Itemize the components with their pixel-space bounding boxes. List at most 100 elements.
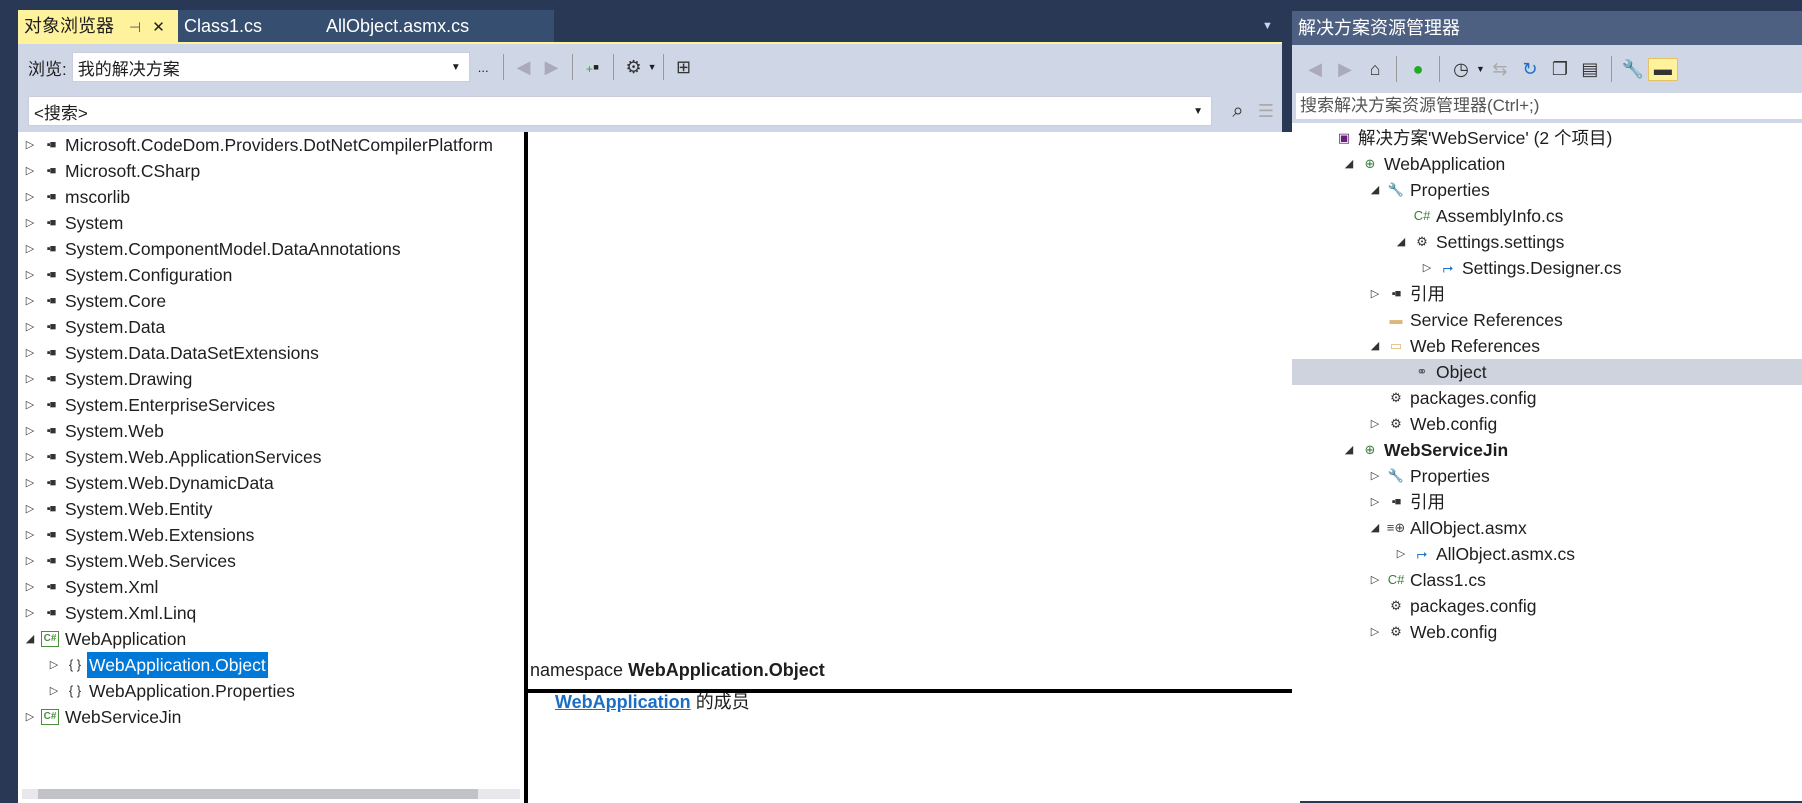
tree-item[interactable]: ▷ ▪■ System.Web.Services (18, 548, 524, 574)
collapse-arrow-icon[interactable]: ◢ (1342, 437, 1356, 463)
home-icon[interactable]: ⌂ (1360, 59, 1390, 80)
horizontal-scrollbar[interactable] (18, 762, 524, 803)
expand-arrow-icon[interactable]: ▷ (23, 600, 37, 626)
collapse-arrow-icon[interactable]: ◢ (23, 626, 37, 652)
solution-tree[interactable]: ▣ 解决方案'WebService' (2 个项目) ◢ ⊕ WebApplicatio… (1292, 123, 1802, 801)
tree-item[interactable]: ⚭ Object (1292, 359, 1802, 385)
expand-arrow-icon[interactable]: ▷ (1368, 489, 1382, 515)
object-tree[interactable]: ▷ ▪■ Microsoft.CodeDom.Providers.DotNetCom… (18, 132, 524, 762)
tree-item[interactable]: ▷ ▪■ System.Configuration (18, 262, 524, 288)
expand-arrow-icon[interactable]: ▷ (23, 444, 37, 470)
tree-item[interactable]: ▷ ▪■ System.Xml (18, 574, 524, 600)
tree-item[interactable]: ▷ ⮣ AllObject.asmx.cs (1292, 541, 1802, 567)
tree-item[interactable]: ◢ C# WebApplication (18, 626, 524, 652)
wrench-icon[interactable]: 🔧 (1618, 59, 1648, 80)
tree-item[interactable]: ▷ { } WebApplication.Properties (18, 678, 524, 704)
tree-item[interactable]: ▷ ▪■ mscorlib (18, 184, 524, 210)
browse-scope-select[interactable]: 我的解决方案 ▼ (71, 52, 470, 82)
tree-item[interactable]: ▷ ▪■ System.Web.ApplicationServices (18, 444, 524, 470)
expand-arrow-icon[interactable]: ▷ (23, 496, 37, 522)
expand-arrow-icon[interactable]: ▷ (1368, 281, 1382, 307)
webapplication-link[interactable]: WebApplication (555, 692, 691, 712)
tree-item[interactable]: ▷ ▪■ Microsoft.CodeDom.Providers.DotNetCom… (18, 132, 524, 158)
tree-item[interactable]: ◢ ▭ Web References (1292, 333, 1802, 359)
tree-item[interactable]: ⚙ packages.config (1292, 385, 1802, 411)
tree-item[interactable]: ▷ C# WebServiceJin (18, 704, 524, 730)
collapse-arrow-icon[interactable]: ◢ (1368, 177, 1382, 203)
expand-arrow-icon[interactable]: ▷ (23, 366, 37, 392)
dropdown-icon[interactable]: ▼ (1476, 64, 1485, 74)
forward-icon[interactable]: ▶ (1330, 59, 1360, 80)
tree-item[interactable]: ▷ ▪■ System.Xml.Linq (18, 600, 524, 626)
tree-item[interactable]: ▷ ▪■ System.Web (18, 418, 524, 444)
clear-search-icon[interactable]: ☰ (1252, 101, 1280, 122)
solution-search-input[interactable]: 搜索解决方案资源管理器(Ctrl+;) (1296, 93, 1802, 119)
collapse-all-icon[interactable]: ❐ (1545, 59, 1575, 80)
expand-arrow-icon[interactable]: ▷ (47, 678, 61, 704)
tree-item[interactable]: ▷ 🔧 Properties (1292, 463, 1802, 489)
tab-allobject-asmx-cs[interactable]: AllObject.asmx.cs (326, 16, 469, 36)
tree-item[interactable]: ⚙ packages.config (1292, 593, 1802, 619)
sync-with-document-icon[interactable]: ⇆ (1485, 59, 1515, 80)
expand-arrow-icon[interactable]: ▷ (1368, 411, 1382, 437)
tree-item[interactable]: ▷ ▪■ System.ComponentModel.DataAnnotations (18, 236, 524, 262)
tree-item[interactable]: ▷ ⮣ Settings.Designer.cs (1292, 255, 1802, 281)
tree-item[interactable]: ▷ ▪■ System.Web.Entity (18, 496, 524, 522)
expand-arrow-icon[interactable]: ▷ (1368, 619, 1382, 645)
search-input[interactable]: <搜索> ▼ (28, 96, 1212, 126)
expand-arrow-icon[interactable]: ▷ (1368, 463, 1382, 489)
scrollbar-thumb[interactable] (38, 789, 478, 799)
tree-item[interactable]: ▷ ▪■ System.Data (18, 314, 524, 340)
tree-item[interactable]: ▣ 解决方案'WebService' (2 个项目) (1292, 125, 1802, 151)
preview-selected-icon[interactable]: ▬ (1647, 57, 1678, 81)
expand-arrow-icon[interactable]: ▷ (23, 314, 37, 340)
expand-arrow-icon[interactable]: ▷ (23, 418, 37, 444)
collapsed-side-tool-strip[interactable] (0, 0, 18, 801)
expand-arrow-icon[interactable]: ▷ (23, 704, 37, 730)
expand-arrow-icon[interactable]: ▷ (23, 522, 37, 548)
expand-arrow-icon[interactable]: ▷ (23, 236, 37, 262)
tree-item[interactable]: ▷ ▪■ System.Web.Extensions (18, 522, 524, 548)
tree-item[interactable]: ▷ { } WebApplication.Object (18, 652, 524, 678)
settings-dropdown-icon[interactable]: ▼ (648, 62, 657, 72)
tab-dropdown-icon[interactable]: ▼ (1262, 20, 1273, 32)
collapse-arrow-icon[interactable]: ◢ (1342, 151, 1356, 177)
expand-arrow-icon[interactable]: ▷ (23, 184, 37, 210)
expand-arrow-icon[interactable]: ▷ (1368, 567, 1382, 593)
expand-arrow-icon[interactable]: ▷ (23, 470, 37, 496)
show-all-files-icon[interactable]: ▤ (1575, 59, 1605, 80)
tree-item[interactable]: ▷ ⚙ Web.config (1292, 411, 1802, 437)
expand-arrow-icon[interactable]: ▷ (23, 574, 37, 600)
tab-object-browser[interactable]: 对象浏览器 ⊣ ✕ (18, 10, 178, 42)
expand-arrow-icon[interactable]: ▷ (1394, 541, 1408, 567)
tree-item[interactable]: ▷ ▪■ System.Web.DynamicData (18, 470, 524, 496)
expand-arrow-icon[interactable]: ▷ (23, 548, 37, 574)
tree-item[interactable]: ◢ 🔧 Properties (1292, 177, 1802, 203)
sync-icon[interactable]: ● (1403, 59, 1433, 80)
expand-arrow-icon[interactable]: ▷ (23, 158, 37, 184)
tree-item[interactable]: ◢ ≡⊕ AllObject.asmx (1292, 515, 1802, 541)
tree-item[interactable]: ▷ ▪■ 引用 (1292, 489, 1802, 515)
expand-arrow-icon[interactable]: ▷ (23, 262, 37, 288)
tree-item[interactable]: ▷ ⚙ Web.config (1292, 619, 1802, 645)
tree-item[interactable]: ◢ ⊕ WebApplication (1292, 151, 1802, 177)
refresh-icon[interactable]: ↻ (1515, 59, 1545, 80)
collapse-arrow-icon[interactable]: ◢ (1368, 515, 1382, 541)
tree-item[interactable]: ▷ ▪■ System (18, 210, 524, 236)
tree-item[interactable]: ▬ Service References (1292, 307, 1802, 333)
edit-custom-components-button[interactable]: ... (478, 60, 489, 75)
tree-item[interactable]: ▷ ▪■ System.Core (18, 288, 524, 314)
tree-item[interactable]: ▷ ▪■ System.Data.DataSetExtensions (18, 340, 524, 366)
collapse-arrow-icon[interactable]: ◢ (1394, 229, 1408, 255)
back-icon[interactable]: ◀ (510, 57, 538, 78)
pending-changes-icon[interactable]: ◷ (1446, 59, 1476, 80)
tree-item[interactable]: ▷ ▪■ System.EnterpriseServices (18, 392, 524, 418)
search-icon[interactable]: ⌕ (1224, 100, 1252, 123)
forward-icon[interactable]: ▶ (538, 57, 566, 78)
close-icon[interactable]: ✕ (152, 19, 165, 36)
tree-item[interactable]: ▷ ▪■ Microsoft.CSharp (18, 158, 524, 184)
expand-arrow-icon[interactable]: ▷ (23, 392, 37, 418)
back-icon[interactable]: ◀ (1300, 59, 1330, 80)
expand-arrow-icon[interactable]: ▷ (23, 340, 37, 366)
tree-item[interactable]: C# AssemblyInfo.cs (1292, 203, 1802, 229)
